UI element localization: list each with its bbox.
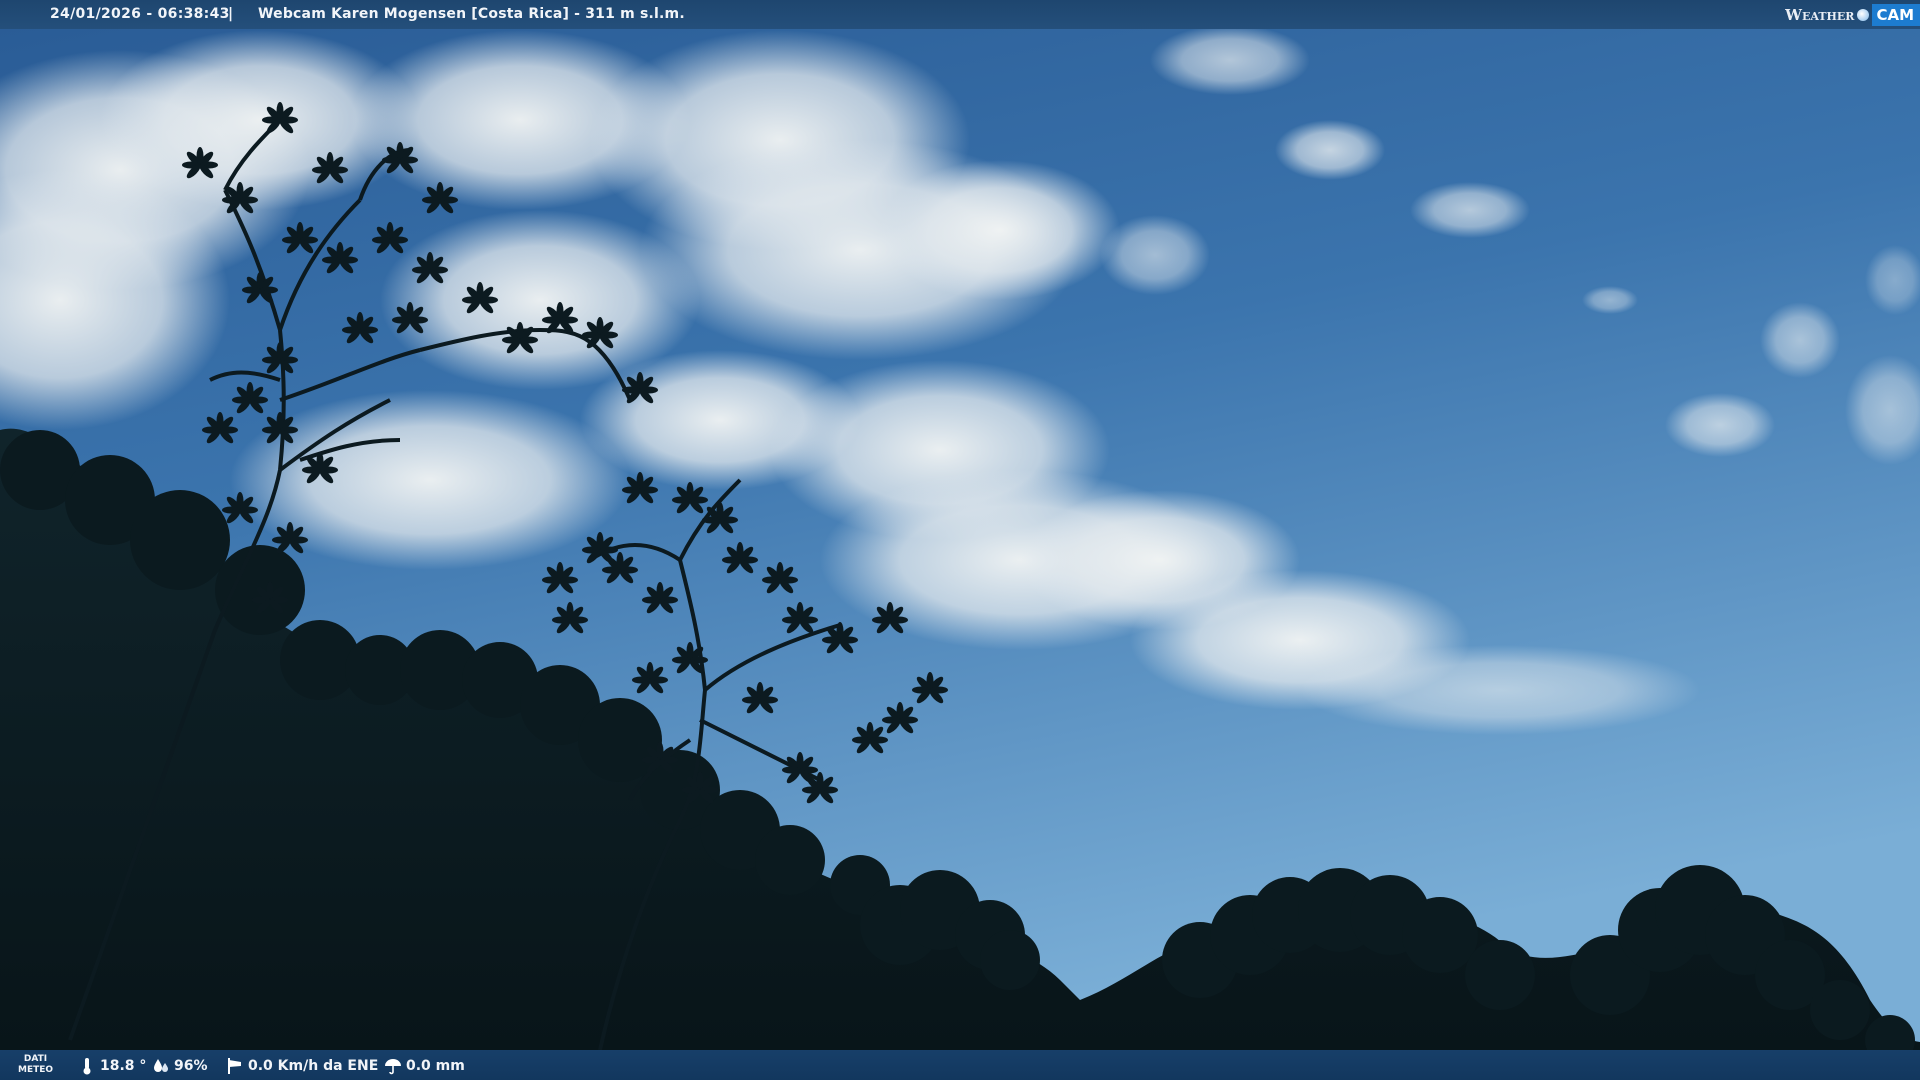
logo-word: Weather bbox=[1785, 5, 1855, 24]
logo-dot-icon bbox=[1857, 8, 1870, 21]
wind-value: 0.0 Km/h da ENE bbox=[248, 1058, 379, 1074]
timestamp: 24/01/2026 - 06:38:43 bbox=[50, 6, 230, 22]
rain-value: 0.0 mm bbox=[406, 1058, 465, 1074]
weathercam-logo: Weather CAM bbox=[1785, 0, 1920, 29]
weather-data-label: DATI METEO bbox=[18, 1054, 53, 1076]
wind-readout: 0.0 Km/h da ENE bbox=[226, 1057, 378, 1075]
humidity-drops-icon bbox=[154, 1059, 168, 1072]
webcam-frame: 24/01/2026 - 06:38:43 | Webcam Karen Mog… bbox=[0, 0, 1920, 1080]
bottom-weather-bar: DATI METEO 18.8 ° 96% 0.0 Km/h da ENE 0.… bbox=[0, 1050, 1920, 1080]
temperature-readout: 18.8 ° bbox=[78, 1057, 146, 1075]
logo-cam: CAM bbox=[1872, 3, 1920, 26]
webcam-image bbox=[0, 0, 1920, 1080]
label-line1: DATI bbox=[23, 1054, 48, 1064]
label-line2: METEO bbox=[18, 1065, 54, 1075]
rain-umbrella-icon bbox=[385, 1059, 401, 1075]
temperature-value: 18.8 ° bbox=[100, 1058, 147, 1074]
humidity-readout: 96% bbox=[152, 1057, 208, 1075]
humidity-value: 96% bbox=[174, 1058, 208, 1074]
windsock-icon bbox=[228, 1058, 241, 1074]
rain-readout: 0.0 mm bbox=[384, 1057, 465, 1075]
webcam-title: Webcam Karen Mogensen [Costa Rica] - 311… bbox=[258, 6, 685, 22]
separator: | bbox=[228, 6, 234, 22]
thermometer-icon bbox=[83, 1058, 91, 1075]
top-overlay-bar: 24/01/2026 - 06:38:43 | Webcam Karen Mog… bbox=[0, 0, 1920, 29]
